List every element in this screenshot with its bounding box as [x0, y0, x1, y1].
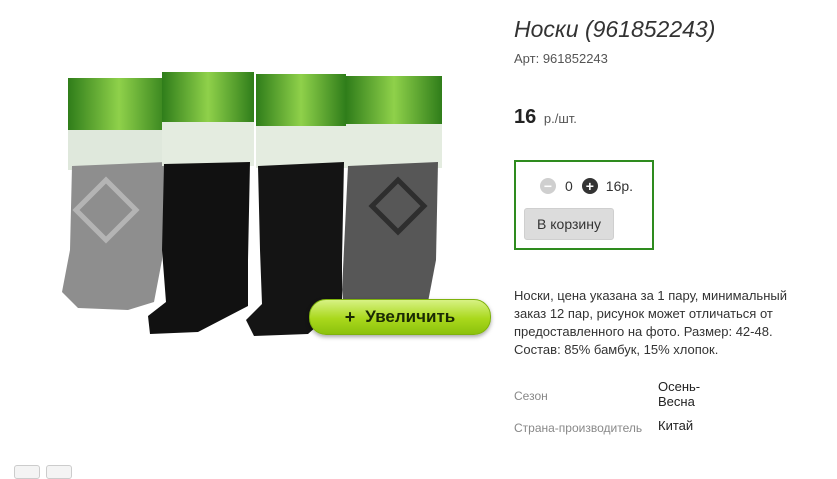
spec-label: Сезон	[514, 389, 548, 403]
quantity-value[interactable]: 0	[565, 178, 573, 194]
price-unit: р./шт.	[543, 111, 577, 126]
sock-black-1	[148, 72, 254, 334]
product-description: Носки, цена указана за 1 пару, минимальн…	[514, 288, 787, 357]
plus-icon: +	[344, 306, 356, 327]
plus-circle-icon[interactable]: +	[581, 178, 598, 194]
spec-value: Осень-Весна	[658, 379, 701, 409]
spec-row: Сезон Осень-Весна	[514, 379, 718, 409]
line-total: 16р.	[605, 178, 634, 194]
article-number: Арт: 961852243	[514, 51, 608, 66]
add-to-cart-button[interactable]: В корзину	[524, 208, 614, 240]
share-icon[interactable]	[46, 465, 72, 479]
spec-value: Китай	[658, 418, 694, 433]
cart-box: − 0 + 16р. В корзину	[514, 160, 654, 250]
product-title: Носки (961852243)	[514, 16, 716, 42]
spec-label: Страна-производитель	[514, 421, 643, 435]
quantity-stepper: − 0 + 16р.	[540, 178, 633, 194]
share-icon[interactable]	[14, 465, 40, 479]
price-value: 16	[514, 106, 537, 128]
price: 16 р./шт.	[514, 106, 577, 129]
social-buttons	[14, 465, 74, 479]
article-value: 961852243	[542, 51, 608, 66]
sock-grey-dark	[342, 76, 442, 312]
sock-black-2	[246, 74, 346, 336]
minus-circle-icon[interactable]: −	[540, 178, 556, 194]
specs-table: Сезон Осень-Весна Страна-производитель К…	[514, 379, 718, 435]
sock-grey-light	[62, 78, 170, 310]
zoom-button[interactable]: + Увеличить	[309, 299, 491, 335]
spec-row: Страна-производитель Китай	[514, 409, 718, 435]
article-label: Арт:	[514, 51, 540, 66]
zoom-button-label: Увеличить	[365, 307, 456, 326]
